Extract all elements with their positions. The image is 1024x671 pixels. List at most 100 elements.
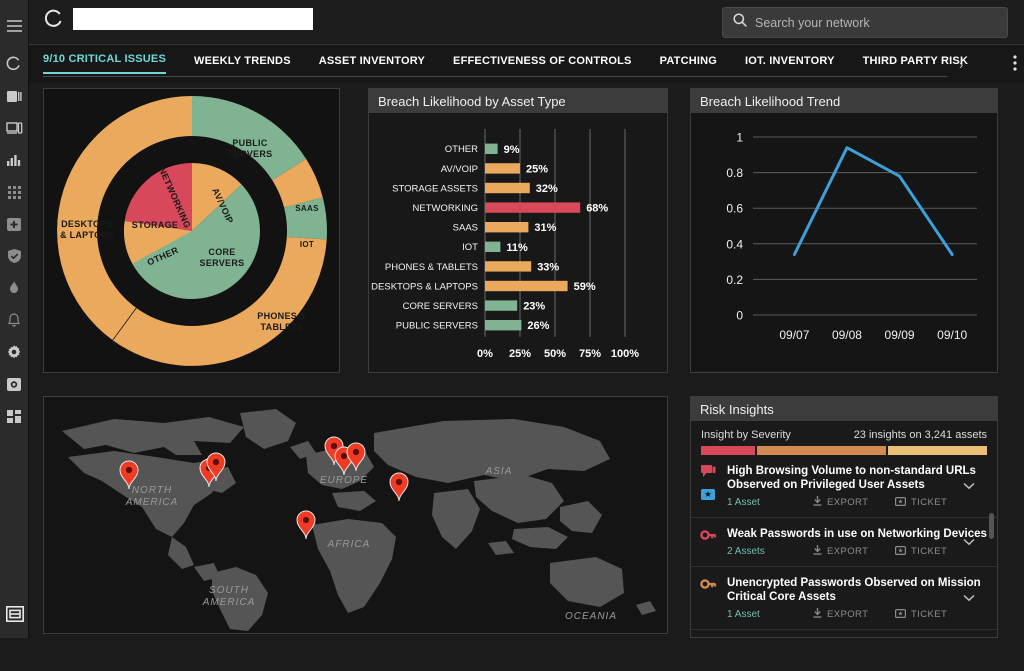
- brand: [44, 8, 313, 30]
- line-x-tick: 09/09: [885, 328, 915, 342]
- insight-row[interactable]: Unencrypted Passwords Observed on Missio…: [691, 567, 997, 631]
- tab-third-party-risk[interactable]: THIRD PARTY RISK: [863, 55, 982, 74]
- ticket-label: TICKET: [911, 497, 948, 509]
- dashboard-tiles-icon[interactable]: [0, 400, 29, 432]
- bar-segment[interactable]: [485, 241, 501, 252]
- line-y-tick: 0.8: [726, 166, 743, 180]
- tab-bar: 9/10 CRITICAL ISSUES WEEKLY TRENDS ASSET…: [29, 45, 1024, 83]
- severity-bar[interactable]: [701, 446, 987, 455]
- grid-dots-icon[interactable]: [0, 176, 29, 208]
- bar-value-label: 68%: [586, 203, 608, 215]
- first-aid-icon[interactable]: [0, 208, 29, 240]
- collapse-panel-icon[interactable]: [0, 598, 29, 630]
- bar-segment[interactable]: [485, 280, 568, 292]
- insight-asset-count[interactable]: 1 Asset: [727, 609, 813, 620]
- bar-segment[interactable]: [485, 143, 498, 154]
- bar-category-label: DESKTOPS & LAPTOPS: [371, 281, 478, 292]
- key-icon: [700, 577, 717, 595]
- hamburger-menu-icon[interactable]: [0, 10, 29, 42]
- svg-text:SERVERS: SERVERS: [200, 258, 245, 268]
- kebab-menu-icon[interactable]: [1013, 55, 1017, 76]
- ticket-button[interactable]: TICKET: [895, 496, 977, 509]
- export-label: EXPORT: [827, 497, 869, 509]
- tabs-next-arrow-icon[interactable]: ›: [959, 57, 963, 72]
- gear-icon[interactable]: [0, 336, 29, 368]
- breach-likelihood-by-asset-type-panel: Breach Likelihood by Asset Type OTHER 9% A…: [368, 88, 668, 373]
- insight-title: High Browsing Volume to non-standard URL…: [727, 465, 976, 492]
- circle-logo-icon[interactable]: [0, 48, 29, 80]
- flame-icon[interactable]: [0, 272, 29, 304]
- key-icon: [700, 528, 717, 546]
- severity-segment-low[interactable]: [888, 446, 987, 455]
- export-label: EXPORT: [827, 546, 869, 558]
- bell-icon[interactable]: [0, 304, 29, 336]
- export-button[interactable]: EXPORT: [813, 608, 895, 621]
- camera-settings-icon[interactable]: [0, 368, 29, 400]
- search-input[interactable]: [755, 15, 997, 30]
- tab-effectiveness-of-controls[interactable]: EFFECTIVENESS OF CONTROLS: [453, 55, 646, 74]
- speech-bubble-icon: [701, 465, 716, 483]
- id-card-icon[interactable]: [0, 80, 29, 112]
- severity-label: Insight by Severity: [701, 429, 791, 441]
- scrollbar-track[interactable]: [989, 481, 994, 631]
- severity-segment-high[interactable]: [701, 446, 755, 455]
- global-asset-map-panel[interactable]: NORTH AMERICA SOUTH AMERICA EUROPE AFRICA ASIA…: [43, 396, 668, 634]
- bar-value-label: 25%: [526, 163, 548, 175]
- line-x-tick: 09/08: [832, 328, 862, 342]
- insight-title: Weak Passwords in use on Networking Devi…: [727, 528, 987, 541]
- export-button[interactable]: EXPORT: [813, 545, 895, 558]
- bar-segment[interactable]: [485, 320, 522, 331]
- tab-critical-issues[interactable]: 9/10 CRITICAL ISSUES: [43, 53, 166, 74]
- insight-asset-count[interactable]: 2 Assets: [727, 546, 813, 557]
- chevron-down-icon[interactable]: [963, 533, 975, 551]
- world-map[interactable]: NORTHAMERICASOUTHAMERICAEUROPEAFRICAASIA…: [44, 397, 667, 633]
- map-continent-label: AMERICA: [125, 497, 179, 508]
- bar-segment[interactable]: [485, 163, 520, 174]
- bar-chart-icon[interactable]: [0, 144, 29, 176]
- bar-category-label: CORE SERVERS: [403, 301, 478, 312]
- bar-segment[interactable]: [485, 182, 530, 194]
- shield-check-icon[interactable]: [0, 240, 29, 272]
- bar-segment[interactable]: [485, 261, 532, 272]
- chevron-down-icon[interactable]: [963, 477, 975, 495]
- bar-value-label: 23%: [523, 301, 545, 313]
- bar-category-label: OTHER: [445, 144, 478, 155]
- svg-text:SERVERS: SERVERS: [228, 149, 273, 159]
- insight-asset-count[interactable]: 1 Asset: [727, 497, 813, 508]
- bar-x-tick: 75%: [579, 348, 601, 360]
- insight-row[interactable]: Weak Passwords in use on Networking Devi…: [691, 518, 997, 568]
- bar-value-label: 11%: [506, 242, 528, 254]
- app-header: [29, 0, 1024, 45]
- severity-segment-medium[interactable]: [756, 446, 887, 455]
- insight-list[interactable]: High Browsing Volume to non-standard URL…: [691, 455, 997, 671]
- export-button[interactable]: EXPORT: [813, 496, 895, 509]
- scrollbar-thumb[interactable]: [989, 513, 994, 539]
- insight-row[interactable]: High Browsing Volume to non-standard URL…: [691, 455, 997, 519]
- donut-label-public-servers: PUBLIC: [232, 138, 267, 148]
- tab-asset-inventory[interactable]: ASSET INVENTORY: [319, 55, 439, 74]
- breach-likelihood-bar-chart[interactable]: OTHER 9% AV/VOIP 25% STORAGE ASSETS 32% NETWOR…: [369, 113, 667, 371]
- line-x-tick: 09/10: [937, 328, 967, 342]
- bar-category-label: IOT: [462, 242, 478, 253]
- map-continent-label: AMERICA: [202, 597, 256, 608]
- bar-segment[interactable]: [485, 202, 581, 213]
- bar-category-label: PHONES & TABLETS: [385, 262, 478, 273]
- ticket-button[interactable]: TICKET: [895, 608, 977, 621]
- tab-weekly-trends[interactable]: WEEKLY TRENDS: [194, 55, 305, 74]
- bar-segment[interactable]: [485, 300, 518, 311]
- line-y-tick: 0.6: [726, 202, 743, 216]
- line-y-tick: 0.2: [726, 273, 743, 287]
- bar-value-label: 32%: [536, 183, 558, 195]
- bar-segment[interactable]: [485, 222, 529, 233]
- monitor-icon[interactable]: [0, 112, 29, 144]
- tab-iot-inventory[interactable]: IOT. INVENTORY: [745, 55, 849, 74]
- breach-likelihood-trend-line-chart[interactable]: 0 0.2 0.4 0.6 0.8 1 09/07 09/08 09/09 09/10: [691, 113, 997, 371]
- search-box[interactable]: [722, 7, 1008, 38]
- donut-label-desktops-laptops: DESKTOPS: [61, 219, 113, 229]
- chevron-down-icon[interactable]: [963, 589, 975, 607]
- brand-name-redacted: [73, 8, 313, 30]
- insight-title: Unencrypted Passwords Observed on Missio…: [727, 577, 981, 604]
- bar-x-tick: 100%: [611, 348, 639, 360]
- asset-distribution-donut[interactable]: PUBLIC SERVERS SAAS IOT PHONES & TABLETS…: [44, 89, 339, 372]
- tab-patching[interactable]: PATCHING: [660, 55, 731, 74]
